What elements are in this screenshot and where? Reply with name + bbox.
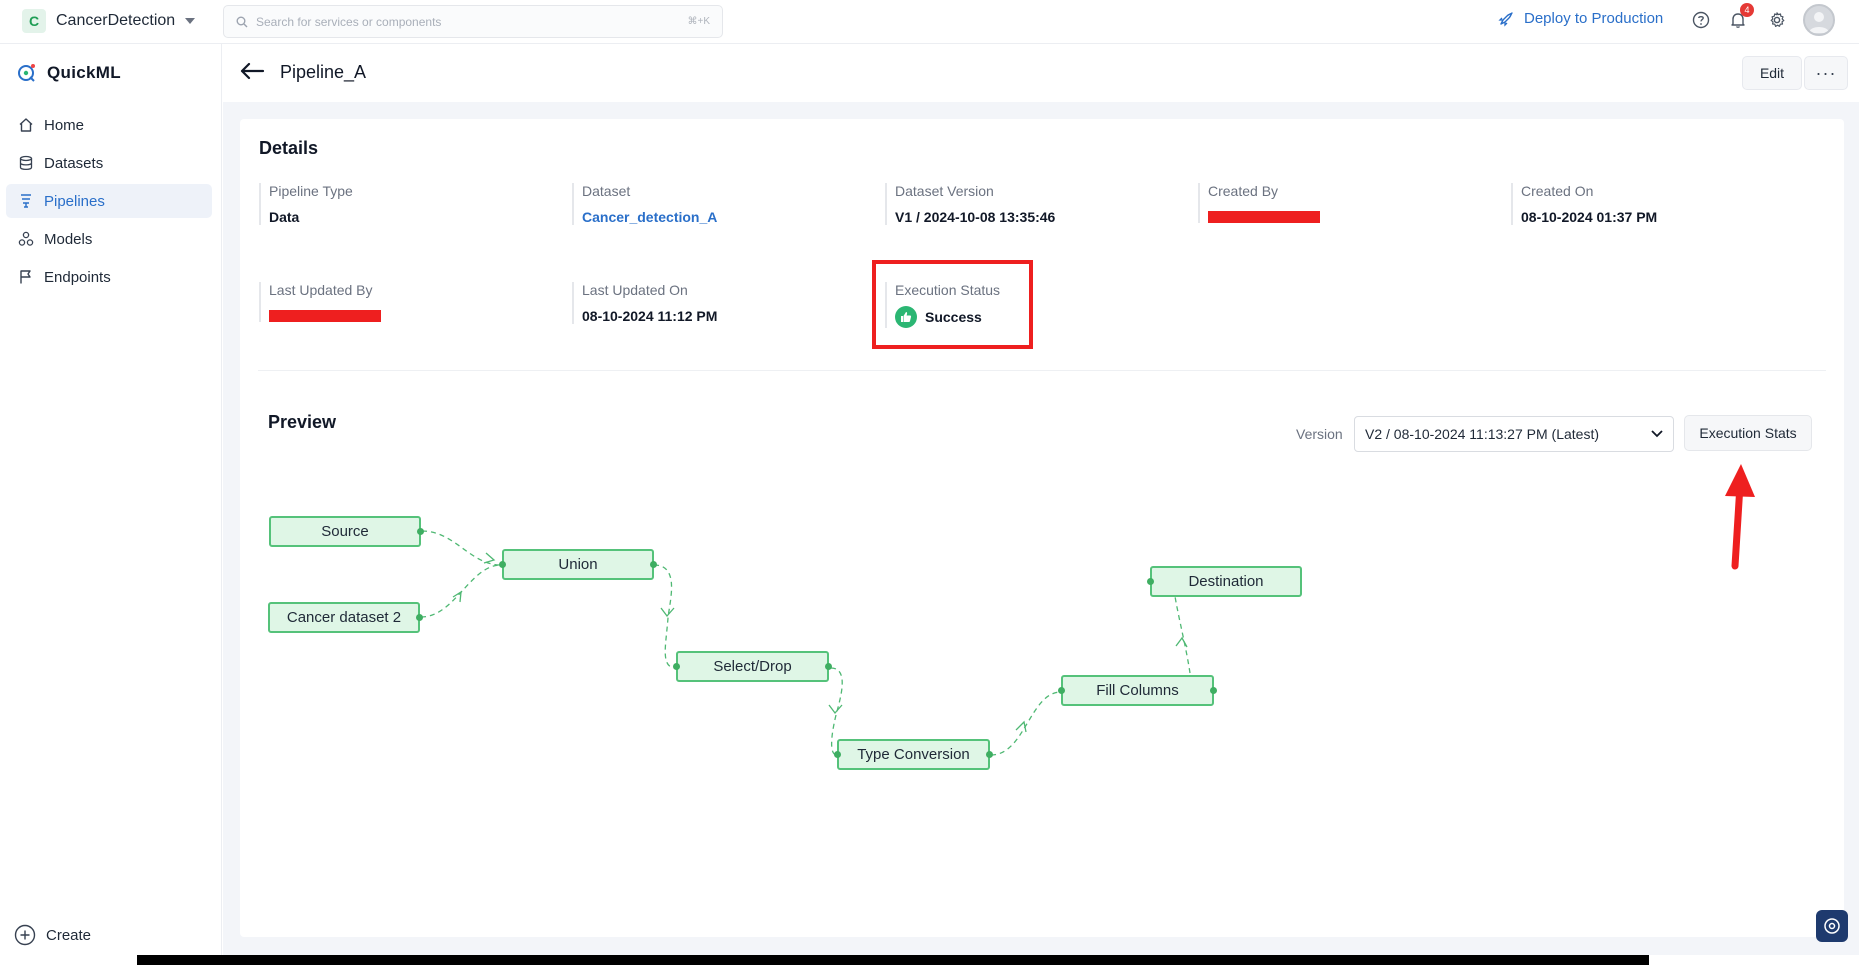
edge-typeconv-fill (990, 691, 1062, 756)
node-type-conversion[interactable]: Type Conversion (834, 739, 993, 770)
node-port[interactable] (986, 751, 993, 758)
node-port[interactable] (673, 663, 680, 670)
edge-arrow-chevron (452, 590, 462, 603)
node-label: Cancer dataset 2 (286, 609, 402, 626)
node-label: Select/Drop (713, 658, 792, 675)
node-source[interactable]: Source (269, 516, 424, 547)
node-union[interactable]: Union (499, 549, 657, 580)
node-label: Union (558, 556, 598, 573)
node-destination[interactable]: Destination (1147, 566, 1302, 597)
pipeline-canvas (420, 464, 1755, 756)
edge-source-union (421, 530, 502, 566)
node-port[interactable] (416, 614, 423, 621)
edge-arrow-chevron (828, 704, 843, 715)
edge-arrow-chevron (1015, 720, 1027, 733)
edge-union-select (653, 564, 677, 669)
node-label: Source (321, 523, 369, 540)
edge-arrow-chevron (483, 552, 496, 564)
node-label: Type Conversion (857, 746, 970, 763)
node-fill-columns[interactable]: Fill Columns (1058, 675, 1217, 706)
node-port[interactable] (650, 561, 657, 568)
edge-cancer2-union (420, 564, 502, 618)
annotation-red-arrow (1725, 464, 1755, 570)
node-port[interactable] (499, 561, 506, 568)
node-label: Fill Columns (1096, 682, 1179, 699)
help-chat-button[interactable] (1816, 910, 1848, 942)
node-cancer-dataset-2[interactable]: Cancer dataset 2 (268, 602, 423, 633)
edge-arrow-chevron (660, 607, 675, 618)
node-port[interactable] (1058, 687, 1065, 694)
node-label: Destination (1188, 573, 1264, 590)
node-port[interactable] (1210, 687, 1217, 694)
screen-bottom-bar (137, 955, 1649, 965)
node-port[interactable] (834, 751, 841, 758)
node-port[interactable] (417, 528, 424, 535)
node-select-drop[interactable]: Select/Drop (673, 651, 832, 682)
chat-icon (1824, 918, 1840, 934)
node-port[interactable] (825, 663, 832, 670)
node-port[interactable] (1147, 578, 1154, 585)
